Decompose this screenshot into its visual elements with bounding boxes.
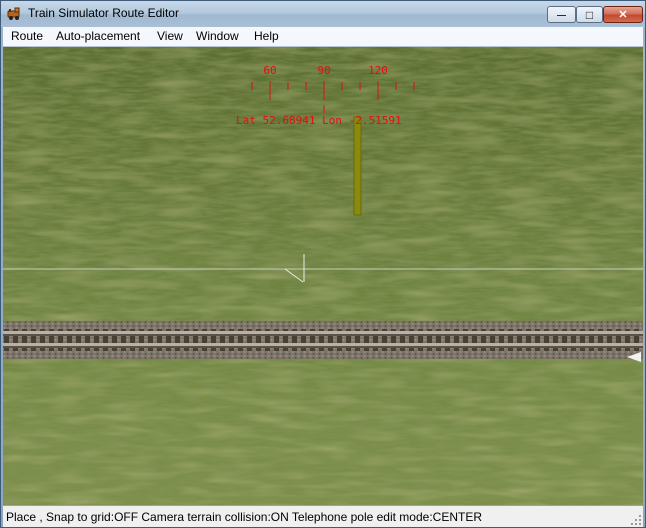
- route-editor-window: Train Simulator Route Editor — □ ✕ Route…: [0, 0, 646, 528]
- window-title: Train Simulator Route Editor: [28, 6, 179, 20]
- maximize-icon: □: [585, 7, 594, 22]
- train-app-icon[interactable]: [7, 6, 22, 21]
- terrain-grass: 60 90 120 Lat 52.68941 Lon -2.51591: [3, 47, 643, 505]
- menu-route[interactable]: Route: [11, 29, 43, 43]
- title-bar[interactable]: Train Simulator Route Editor — □ ✕: [1, 1, 645, 27]
- maximize-button[interactable]: □: [576, 6, 603, 23]
- 3d-viewport[interactable]: 60 90 120 Lat 52.68941 Lon -2.51591: [3, 47, 643, 505]
- menu-auto-placement[interactable]: Auto-placement: [56, 29, 140, 43]
- minimize-icon: —: [557, 9, 566, 20]
- close-button[interactable]: ✕: [603, 6, 643, 23]
- compass-label-120: 120: [368, 64, 388, 77]
- menu-help[interactable]: Help: [254, 29, 279, 43]
- menu-window[interactable]: Window: [196, 29, 239, 43]
- menu-bar: Route Auto-placement View Window Help: [3, 27, 643, 47]
- compass-label-60: 60: [263, 64, 276, 77]
- close-icon: ✕: [618, 9, 628, 21]
- position-readout: Lat 52.68941 Lon -2.51591: [236, 114, 402, 127]
- status-bar: Place , Snap to grid:OFF Camera terrain …: [3, 505, 643, 527]
- railway-track[interactable]: [3, 321, 643, 359]
- menu-view[interactable]: View: [157, 29, 183, 43]
- resize-grip-icon[interactable]: [630, 514, 642, 526]
- minimize-button[interactable]: —: [547, 6, 576, 23]
- status-text: Place , Snap to grid:OFF Camera terrain …: [6, 510, 482, 524]
- telephone-pole[interactable]: [353, 116, 362, 216]
- compass-label-90: 90: [317, 64, 330, 77]
